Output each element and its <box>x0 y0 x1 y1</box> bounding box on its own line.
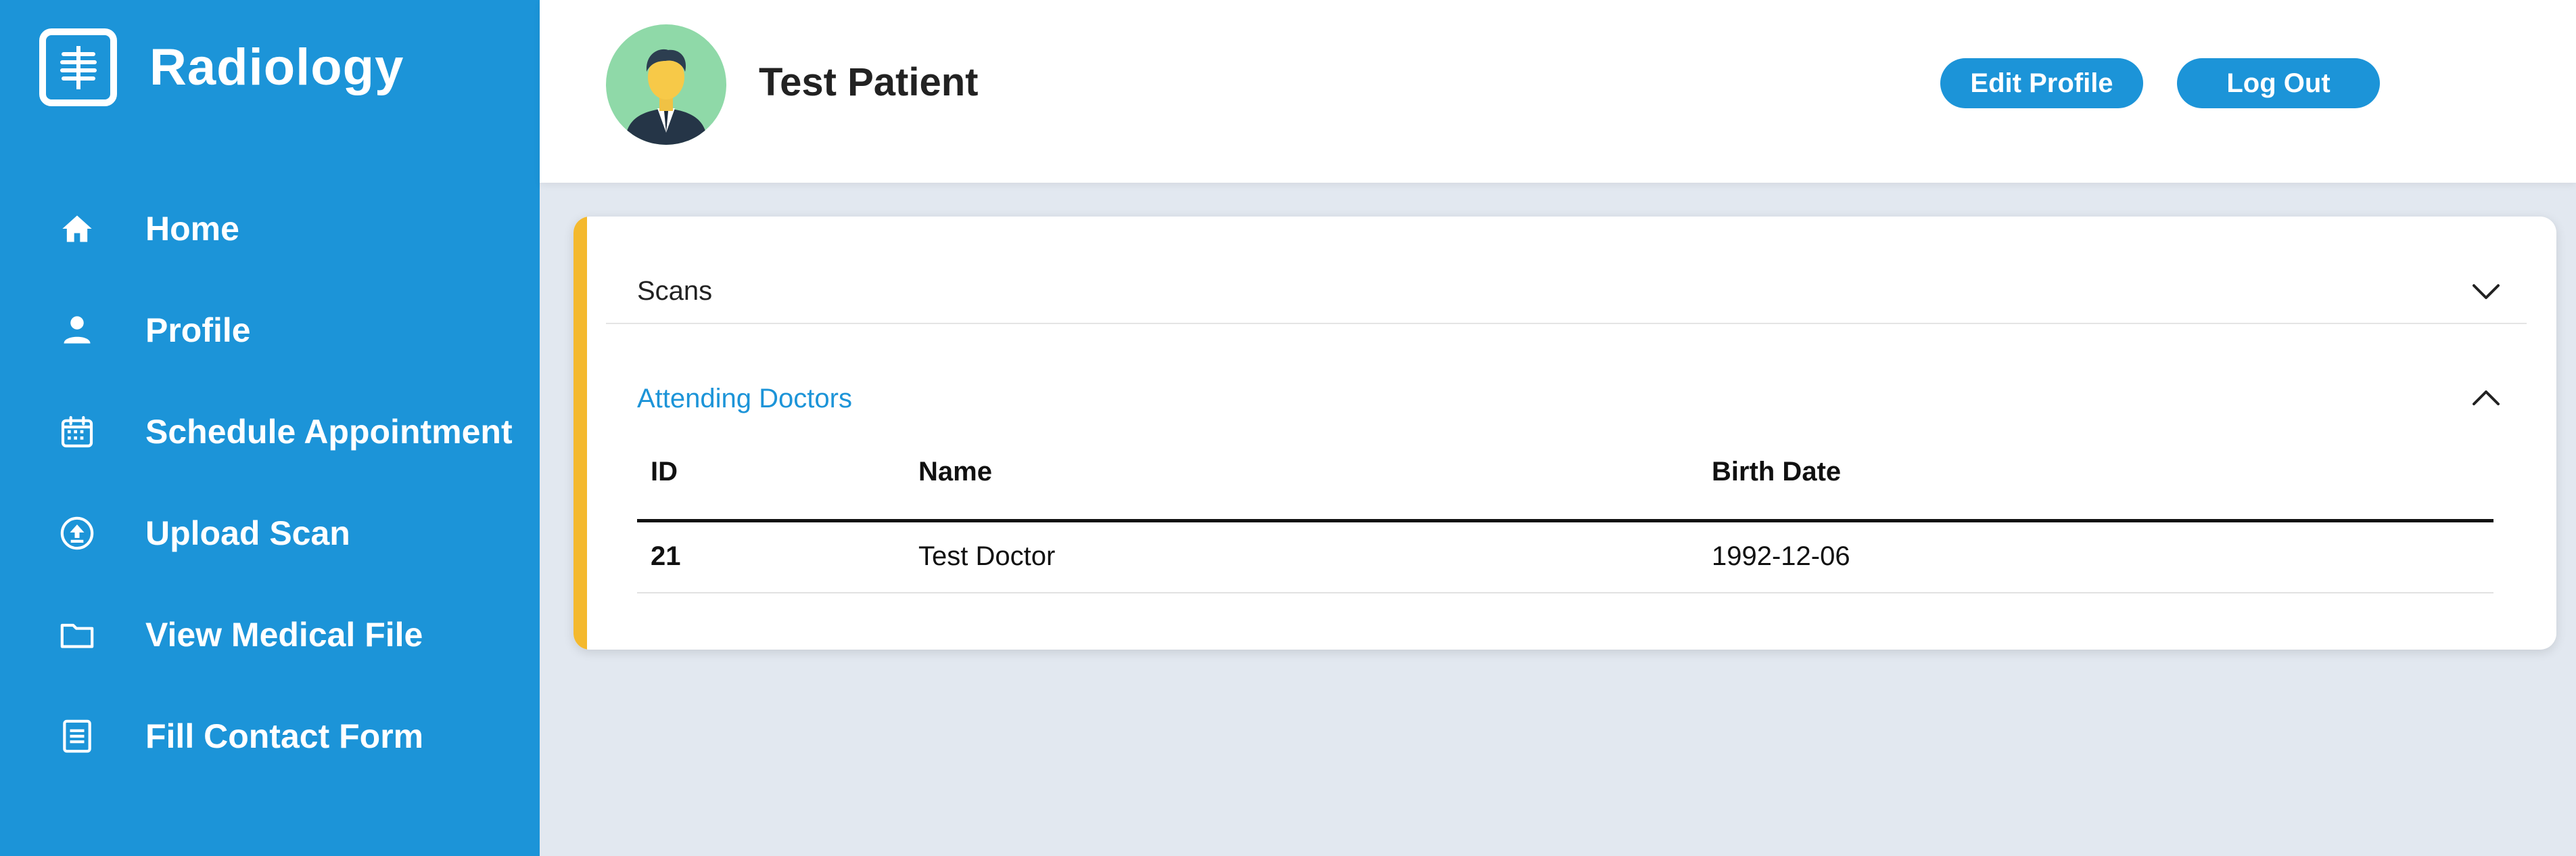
calendar-icon <box>55 410 99 453</box>
table-row-divider <box>637 592 2493 593</box>
sidebar-item-fill-contact-form[interactable]: Fill Contact Form <box>0 699 540 773</box>
sidebar-item-label: Profile <box>145 311 251 349</box>
chevron-down-icon <box>2467 272 2505 310</box>
folder-icon <box>55 613 99 656</box>
accordion-header-attending-doctors[interactable]: Attending Doctors <box>637 348 2524 449</box>
accordion-title: Attending Doctors <box>637 383 852 413</box>
brand-title: Radiology <box>149 39 404 96</box>
sidebar-item-profile[interactable]: Profile <box>0 293 540 367</box>
cell-name: Test Doctor <box>918 541 1056 571</box>
card-accent <box>573 217 587 650</box>
cell-id: 21 <box>651 541 681 571</box>
sidebar-item-label: View Medical File <box>145 616 423 654</box>
edit-profile-button[interactable]: Edit Profile <box>1940 58 2143 108</box>
sidebar-item-label: Schedule Appointment <box>145 413 513 451</box>
chevron-up-icon <box>2467 380 2505 418</box>
sidebar-item-label: Upload Scan <box>145 514 350 552</box>
accordion-title: Scans <box>637 275 713 306</box>
top-bar: Test Patient Edit Profile Log Out <box>540 0 2576 183</box>
logout-button[interactable]: Log Out <box>2177 58 2380 108</box>
sidebar-item-schedule-appointment[interactable]: Schedule Appointment <box>0 395 540 469</box>
sidebar-item-label: Fill Contact Form <box>145 717 424 755</box>
accordion-card: Scans Attending Doctors ID Name Birth Da… <box>573 217 2556 650</box>
sidebar-item-upload-scan[interactable]: Upload Scan <box>0 496 540 570</box>
accordion-header-scans[interactable]: Scans <box>637 240 2524 342</box>
brand[interactable]: Radiology <box>39 28 404 106</box>
table-row[interactable]: 21 Test Doctor 1992-12-06 <box>637 522 2493 592</box>
sidebar: Radiology Home Profile Schedule Appointm… <box>0 0 540 856</box>
home-icon <box>55 207 99 250</box>
user-icon <box>55 309 99 352</box>
upload-icon <box>55 512 99 555</box>
cell-birth-date: 1992-12-06 <box>1712 541 1850 571</box>
column-header-birth-date: Birth Date <box>1712 457 1842 487</box>
column-header-id: ID <box>651 457 678 487</box>
column-header-name: Name <box>918 457 992 487</box>
divider <box>606 323 2527 324</box>
sidebar-item-label: Home <box>145 210 239 248</box>
sidebar-item-home[interactable]: Home <box>0 192 540 266</box>
form-icon <box>55 715 99 758</box>
user-avatar-icon <box>606 24 726 145</box>
xray-icon <box>39 28 117 106</box>
user-name: Test Patient <box>759 60 979 104</box>
sidebar-item-view-medical-file[interactable]: View Medical File <box>0 598 540 672</box>
